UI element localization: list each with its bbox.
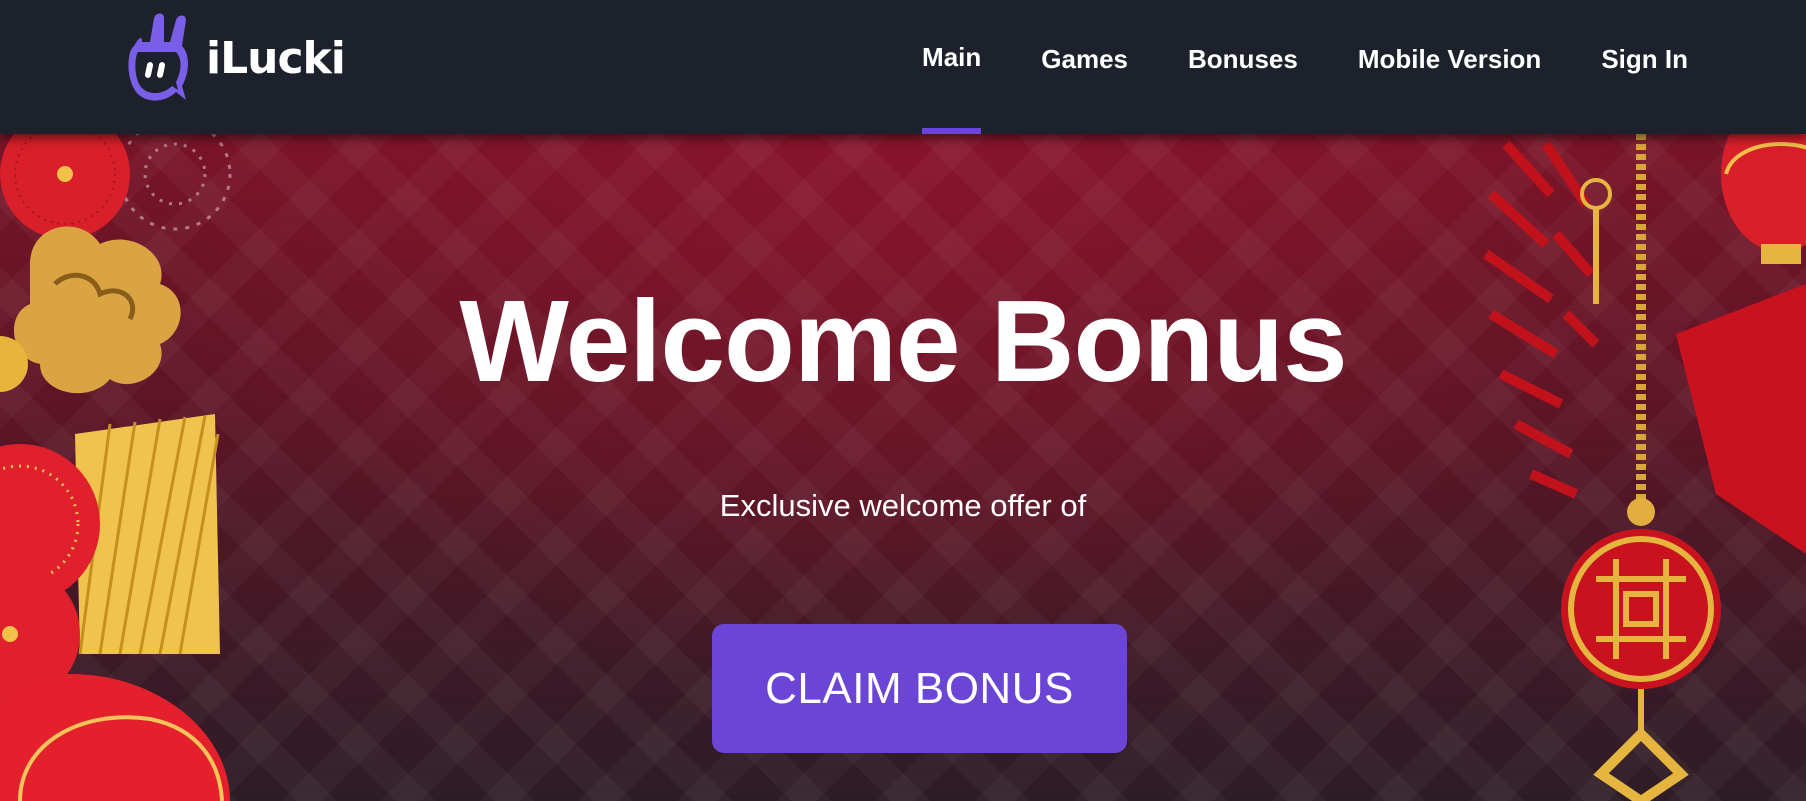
decorative-fans-left xyxy=(0,134,232,801)
hero-banner: Welcome Bonus Exclusive welcome offer of… xyxy=(0,134,1806,801)
nav-games[interactable]: Games xyxy=(1041,0,1128,134)
claim-bonus-button[interactable]: CLAIM BONUS xyxy=(712,624,1127,753)
nav-sign-in[interactable]: Sign In xyxy=(1601,0,1688,134)
nav-mobile-version[interactable]: Mobile Version xyxy=(1358,0,1542,134)
site-header: iLucki Main Games Bonuses Mobile Version… xyxy=(0,0,1806,134)
nav-main[interactable]: Main xyxy=(922,0,982,134)
main-nav: Main Games Bonuses Mobile Version Sign I… xyxy=(862,0,1688,134)
rabbit-hand-logo-icon xyxy=(128,13,188,101)
logo[interactable]: iLucki xyxy=(120,12,346,104)
nav-bonuses[interactable]: Bonuses xyxy=(1188,0,1298,134)
decorative-lanterns-right xyxy=(1483,134,1806,801)
hero-subtitle: Exclusive welcome offer of xyxy=(719,488,1087,523)
hero-title: Welcome Bonus xyxy=(459,276,1347,406)
brand-name: iLucki xyxy=(206,32,346,84)
